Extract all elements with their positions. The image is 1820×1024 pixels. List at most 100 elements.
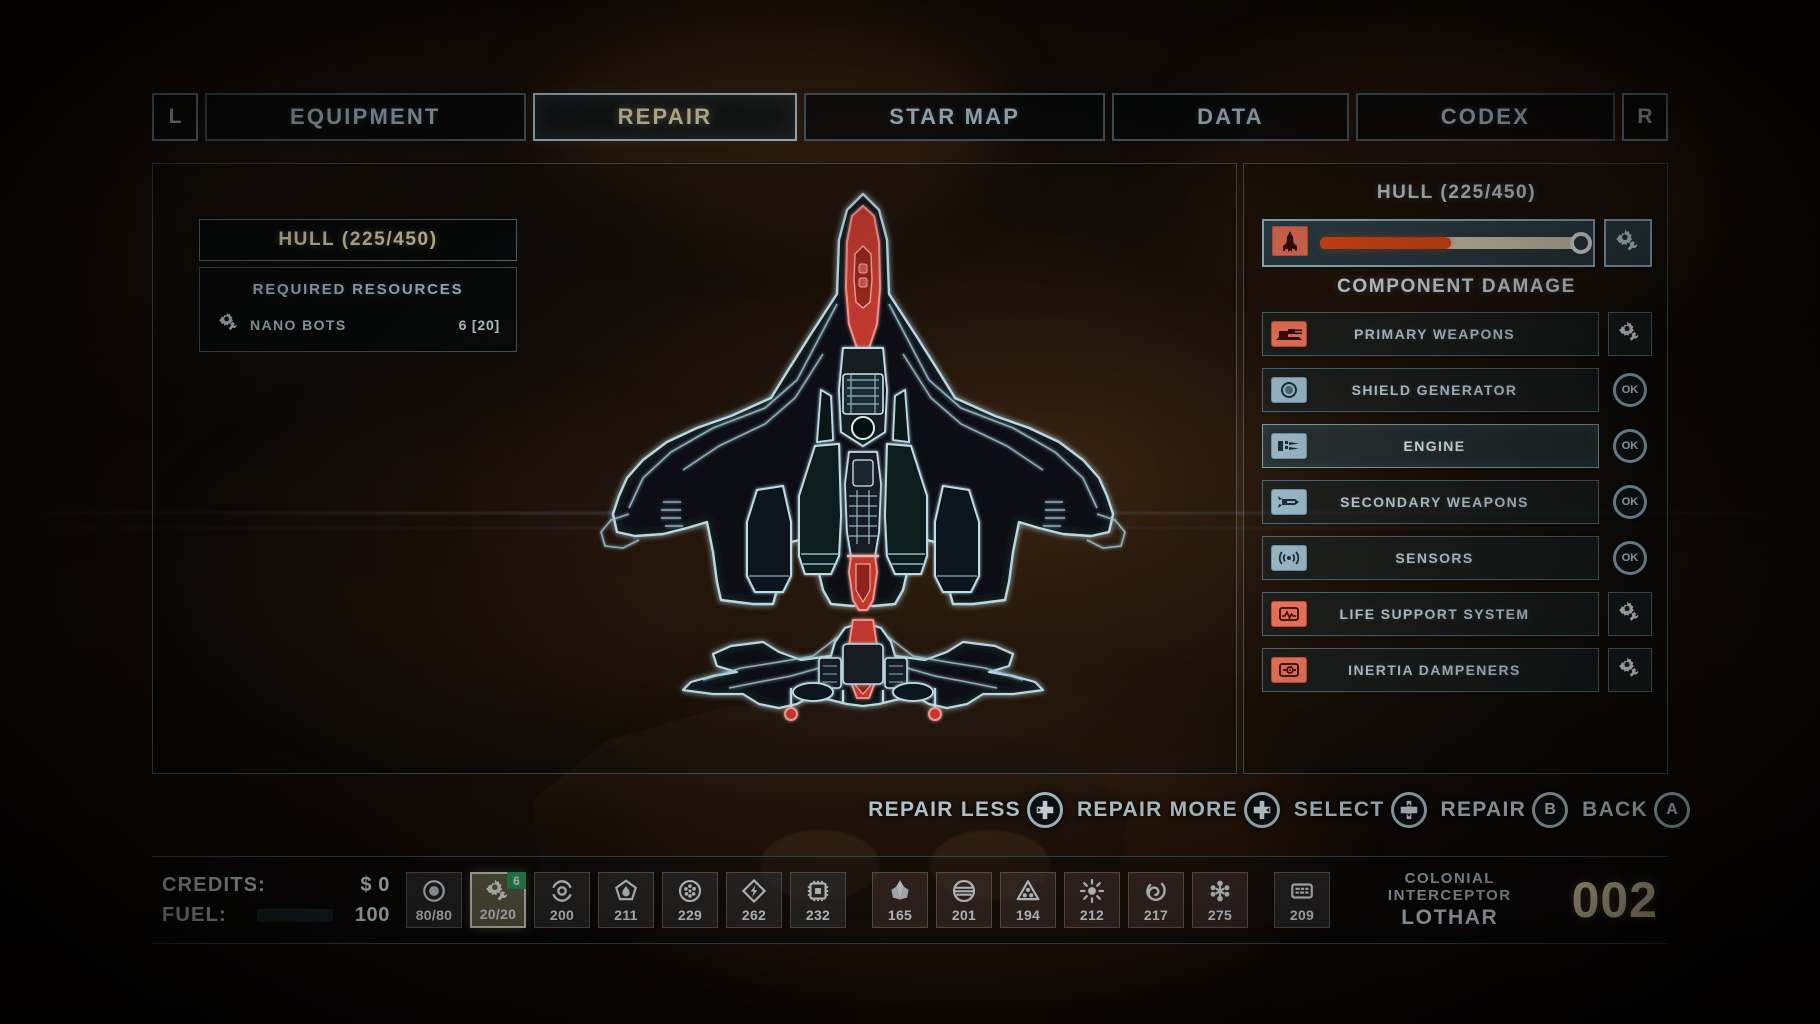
gear-wrench-icon	[1615, 228, 1641, 259]
ok-badge: OK	[1613, 429, 1647, 463]
ok-badge: OK	[1613, 541, 1647, 575]
gear-wrench-icon	[1618, 600, 1642, 629]
component-row: SHIELD GENERATOR OK	[1262, 368, 1652, 412]
inventory-slot-molecule[interactable]: 275	[1192, 872, 1248, 928]
component-shield-generator[interactable]: SHIELD GENERATOR	[1262, 368, 1599, 412]
reticle-icon	[549, 878, 575, 909]
repair-component-button[interactable]	[1608, 312, 1652, 356]
repair-screen: L EQUIPMENT REPAIR STAR MAP DATA CODEX R…	[0, 0, 1820, 1024]
component-label: INERTIA DAMPENERS	[1307, 662, 1562, 678]
hull-repair-button[interactable]	[1604, 219, 1652, 267]
hull-slider-knob[interactable]	[1570, 232, 1592, 254]
inventory-slot-data-card[interactable]: 209	[1274, 872, 1330, 928]
inventory-slot-reticle[interactable]: 200	[534, 872, 590, 928]
inventory-slot-dotted-circle[interactable]: 229	[662, 872, 718, 928]
inventory-slot-cpu-chip[interactable]: 232	[790, 872, 846, 928]
component-inertia-dampeners[interactable]: INERTIA DAMPENERS	[1262, 648, 1599, 692]
burst-sun-icon	[1079, 878, 1105, 909]
engine-icon	[1271, 433, 1307, 459]
hull-slider-fill	[1320, 237, 1451, 249]
slot-quantity: 262	[727, 907, 781, 923]
resource-name: NANO BOTS	[250, 317, 459, 333]
tab-equipment[interactable]: EQUIPMENT	[205, 93, 526, 141]
nano-bots-icon	[218, 311, 240, 338]
component-row: INERTIA DAMPENERS	[1262, 648, 1652, 692]
pentagon-drop-icon	[613, 878, 639, 909]
tab-data[interactable]: DATA	[1112, 93, 1349, 141]
component-ok-indicator[interactable]: OK	[1608, 536, 1652, 580]
ship-class-label: COLONIAL INTERCEPTOR	[1346, 870, 1554, 904]
resource-row: NANO BOTS 6 [20]	[200, 311, 516, 338]
hull-status-label: HULL (225/450)	[199, 219, 517, 261]
triangle-dots-icon	[1015, 878, 1041, 909]
prompt-repair-more[interactable]: REPAIR MORE	[1077, 792, 1280, 828]
component-primary-weapons[interactable]: PRIMARY WEAPONS	[1262, 312, 1599, 356]
shield-dome-icon	[1271, 377, 1307, 403]
inventory-slot-nano-bots[interactable]: 6 20/20	[470, 872, 526, 928]
left-bumper-button[interactable]: L	[152, 93, 198, 141]
fuel-value: 100	[343, 904, 390, 927]
dpad-updown-icon	[1391, 792, 1427, 828]
component-row: PRIMARY WEAPONS	[1262, 312, 1652, 356]
right-panel-hull-title: HULL (225/450)	[1244, 182, 1669, 204]
component-label: SHIELD GENERATOR	[1307, 382, 1562, 398]
repair-component-button[interactable]	[1608, 592, 1652, 636]
spiral-icon	[1143, 878, 1169, 909]
tab-codex[interactable]: CODEX	[1356, 93, 1615, 141]
required-resources-title: REQUIRED RESOURCES	[200, 281, 516, 298]
component-ok-indicator[interactable]: OK	[1608, 424, 1652, 468]
slot-quantity: 275	[1193, 907, 1247, 923]
credits-label: CREDITS:	[162, 874, 282, 897]
component-row: LIFE SUPPORT SYSTEM	[1262, 592, 1652, 636]
inventory-slot-pentagon-drop[interactable]: 211	[598, 872, 654, 928]
hull-repair-slider-row	[1262, 219, 1652, 267]
prompt-back[interactable]: BACK A	[1582, 792, 1690, 828]
component-damage-list: PRIMARY WEAPONS SHI	[1262, 312, 1652, 704]
component-ok-indicator[interactable]: OK	[1608, 480, 1652, 524]
repair-component-button[interactable]	[1608, 648, 1652, 692]
resource-quantity: 6 [20]	[459, 317, 500, 333]
required-resources-box: REQUIRED RESOURCES NANO BOTS 6 [20]	[199, 267, 517, 352]
component-secondary-weapons[interactable]: SECONDARY WEAPONS	[1262, 480, 1599, 524]
prompt-label: SELECT	[1294, 798, 1385, 822]
component-label: LIFE SUPPORT SYSTEM	[1307, 606, 1562, 622]
dotted-circle-icon	[677, 878, 703, 909]
inventory-slot-striped-sphere[interactable]: 201	[936, 872, 992, 928]
ship-identity: COLONIAL INTERCEPTOR LOTHAR 002	[1346, 870, 1668, 930]
component-row: ENGINE OK	[1262, 424, 1652, 468]
button-a-icon: A	[1654, 792, 1690, 828]
prompt-select[interactable]: SELECT	[1294, 792, 1427, 828]
inventory-slot-sphere-core[interactable]: 80/80	[406, 872, 462, 928]
ok-badge: OK	[1613, 373, 1647, 407]
inventory-slot-triangle-dots[interactable]: 194	[1000, 872, 1056, 928]
status-bottom-bar: CREDITS: $ 0 FUEL: 100 80/80	[152, 856, 1668, 944]
component-life-support-system[interactable]: LIFE SUPPORT SYSTEM	[1262, 592, 1599, 636]
prompt-repair-less[interactable]: REPAIR LESS	[868, 792, 1063, 828]
slot-quantity: 194	[1001, 907, 1055, 923]
inventory-slot-spiral[interactable]: 217	[1128, 872, 1184, 928]
inventory-slot-diamond-bolt[interactable]: 262	[726, 872, 782, 928]
hull-slider-panel[interactable]	[1262, 219, 1595, 267]
main-tab-bar: L EQUIPMENT REPAIR STAR MAP DATA CODEX R	[152, 93, 1668, 141]
inventory-slot-burst-sun[interactable]: 212	[1064, 872, 1120, 928]
prompt-label: REPAIR	[1441, 798, 1527, 822]
hull-repair-slider[interactable]	[1320, 237, 1581, 249]
ship-hull-icon	[1272, 226, 1308, 261]
credits-row: CREDITS: $ 0	[162, 870, 390, 900]
tab-star-map[interactable]: STAR MAP	[804, 93, 1105, 141]
molecule-icon	[1207, 878, 1233, 909]
life-support-icon	[1271, 601, 1307, 627]
ship-schematic-panel: HULL (225/450) REQUIRED RESOURCES NA	[152, 163, 1237, 774]
inventory-slot-crystal[interactable]: 165	[872, 872, 928, 928]
right-bumper-button[interactable]: R	[1622, 93, 1668, 141]
tab-repair[interactable]: REPAIR	[533, 93, 798, 141]
slot-quantity: 217	[1129, 907, 1183, 923]
component-engine[interactable]: ENGINE	[1262, 424, 1599, 468]
repair-panel: HULL (225/450)	[1243, 163, 1668, 774]
component-damage-title: COMPONENT DAMAGE	[1244, 276, 1669, 298]
prompt-repair[interactable]: REPAIR B	[1441, 792, 1569, 828]
slot-quantity: 201	[937, 907, 991, 923]
component-sensors[interactable]: SENSORS	[1262, 536, 1599, 580]
slot-quantity: 232	[791, 907, 845, 923]
component-ok-indicator[interactable]: OK	[1608, 368, 1652, 412]
